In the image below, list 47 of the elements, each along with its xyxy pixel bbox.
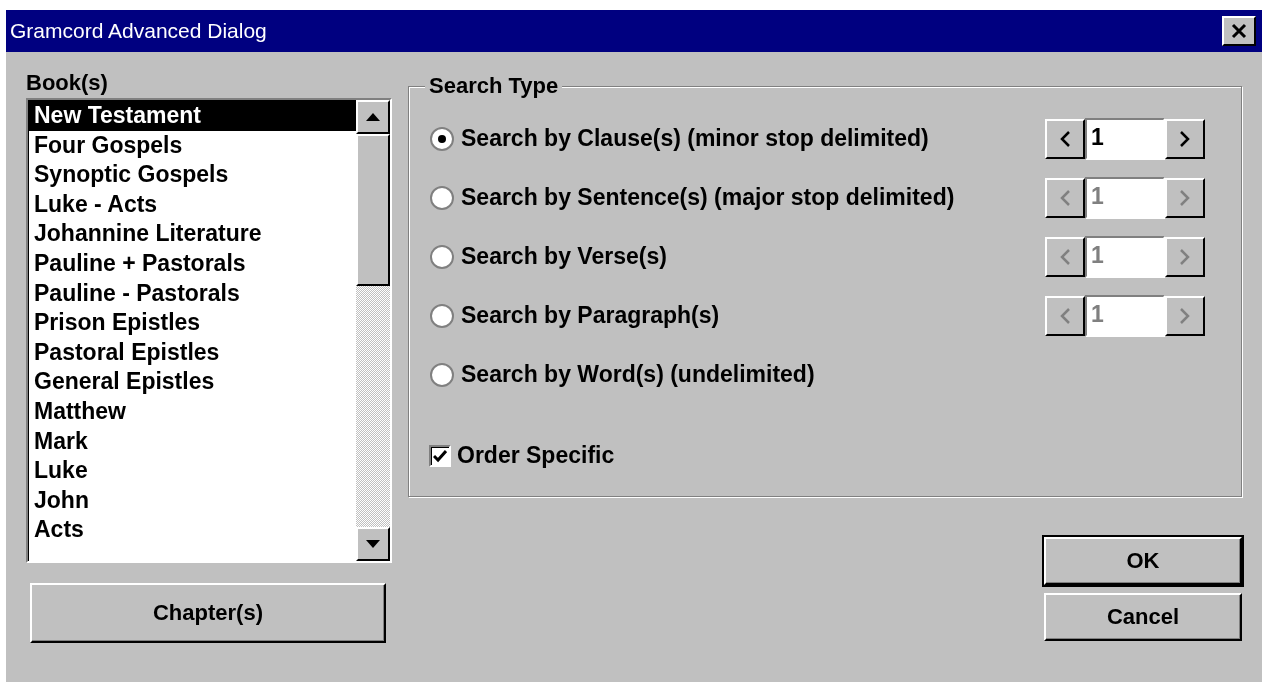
list-item[interactable]: Johannine Literature bbox=[28, 219, 356, 249]
scroll-up-button[interactable] bbox=[356, 100, 390, 134]
window-title: Gramcord Advanced Dialog bbox=[10, 19, 267, 43]
radio-button[interactable] bbox=[429, 125, 455, 152]
option-label: Search by Clause(s) (minor stop delimited) bbox=[461, 125, 929, 152]
list-item[interactable]: Matthew bbox=[28, 396, 356, 427]
list-item[interactable]: Luke bbox=[28, 456, 356, 486]
list-item[interactable]: Luke - Acts bbox=[28, 189, 356, 220]
list-item[interactable]: Pastoral Epistles bbox=[28, 337, 356, 368]
increment-button[interactable] bbox=[1165, 177, 1205, 218]
radio-button[interactable] bbox=[429, 184, 455, 211]
increment-button[interactable] bbox=[1165, 295, 1205, 336]
scroll-down-button[interactable] bbox=[356, 527, 390, 561]
scroll-thumb[interactable] bbox=[356, 134, 390, 286]
list-item[interactable]: Acts bbox=[28, 515, 356, 545]
radio-button[interactable] bbox=[429, 302, 455, 329]
option-label: Search by Verse(s) bbox=[461, 243, 667, 270]
list-item[interactable]: Mark bbox=[28, 426, 356, 457]
option-label: Search by Word(s) (undelimited) bbox=[461, 361, 815, 388]
list-item[interactable]: Prison Epistles bbox=[28, 308, 356, 338]
dialog-button[interactable]: OK bbox=[1044, 537, 1242, 585]
radio-button[interactable] bbox=[429, 361, 455, 388]
list-item[interactable]: New Testament bbox=[28, 101, 356, 131]
books-label: Book(s) bbox=[26, 70, 109, 96]
checkbox-label: Order Specific bbox=[457, 442, 615, 469]
close-icon bbox=[1231, 23, 1247, 39]
close-button[interactable] bbox=[1222, 16, 1256, 46]
scrollbar[interactable] bbox=[356, 100, 390, 561]
list-item[interactable]: Pauline - Pastorals bbox=[28, 278, 356, 309]
decrement-button[interactable] bbox=[1045, 118, 1085, 159]
list-item[interactable]: Four Gospels bbox=[28, 130, 356, 161]
increment-button[interactable] bbox=[1165, 118, 1205, 159]
option-label: Search by Sentence(s) (major stop delimited) bbox=[461, 184, 955, 211]
list-item[interactable]: Synoptic Gospels bbox=[28, 160, 356, 190]
list-item[interactable]: General Epistles bbox=[28, 367, 356, 397]
radio-button[interactable] bbox=[429, 243, 455, 270]
dialog-button[interactable]: Cancel bbox=[1044, 593, 1242, 641]
checkbox[interactable] bbox=[429, 444, 451, 467]
list-item[interactable]: Pauline + Pastorals bbox=[28, 248, 356, 279]
increment-button[interactable] bbox=[1165, 236, 1205, 277]
chapters-button[interactable]: Chapter(s) bbox=[30, 583, 386, 643]
down-arrow-icon bbox=[366, 540, 380, 548]
up-arrow-icon bbox=[366, 113, 380, 121]
option-label: Search by Paragraph(s) bbox=[461, 302, 720, 329]
check-icon bbox=[433, 448, 447, 463]
number-field[interactable]: 1 bbox=[1085, 117, 1165, 160]
list-item[interactable]: John bbox=[28, 485, 356, 516]
